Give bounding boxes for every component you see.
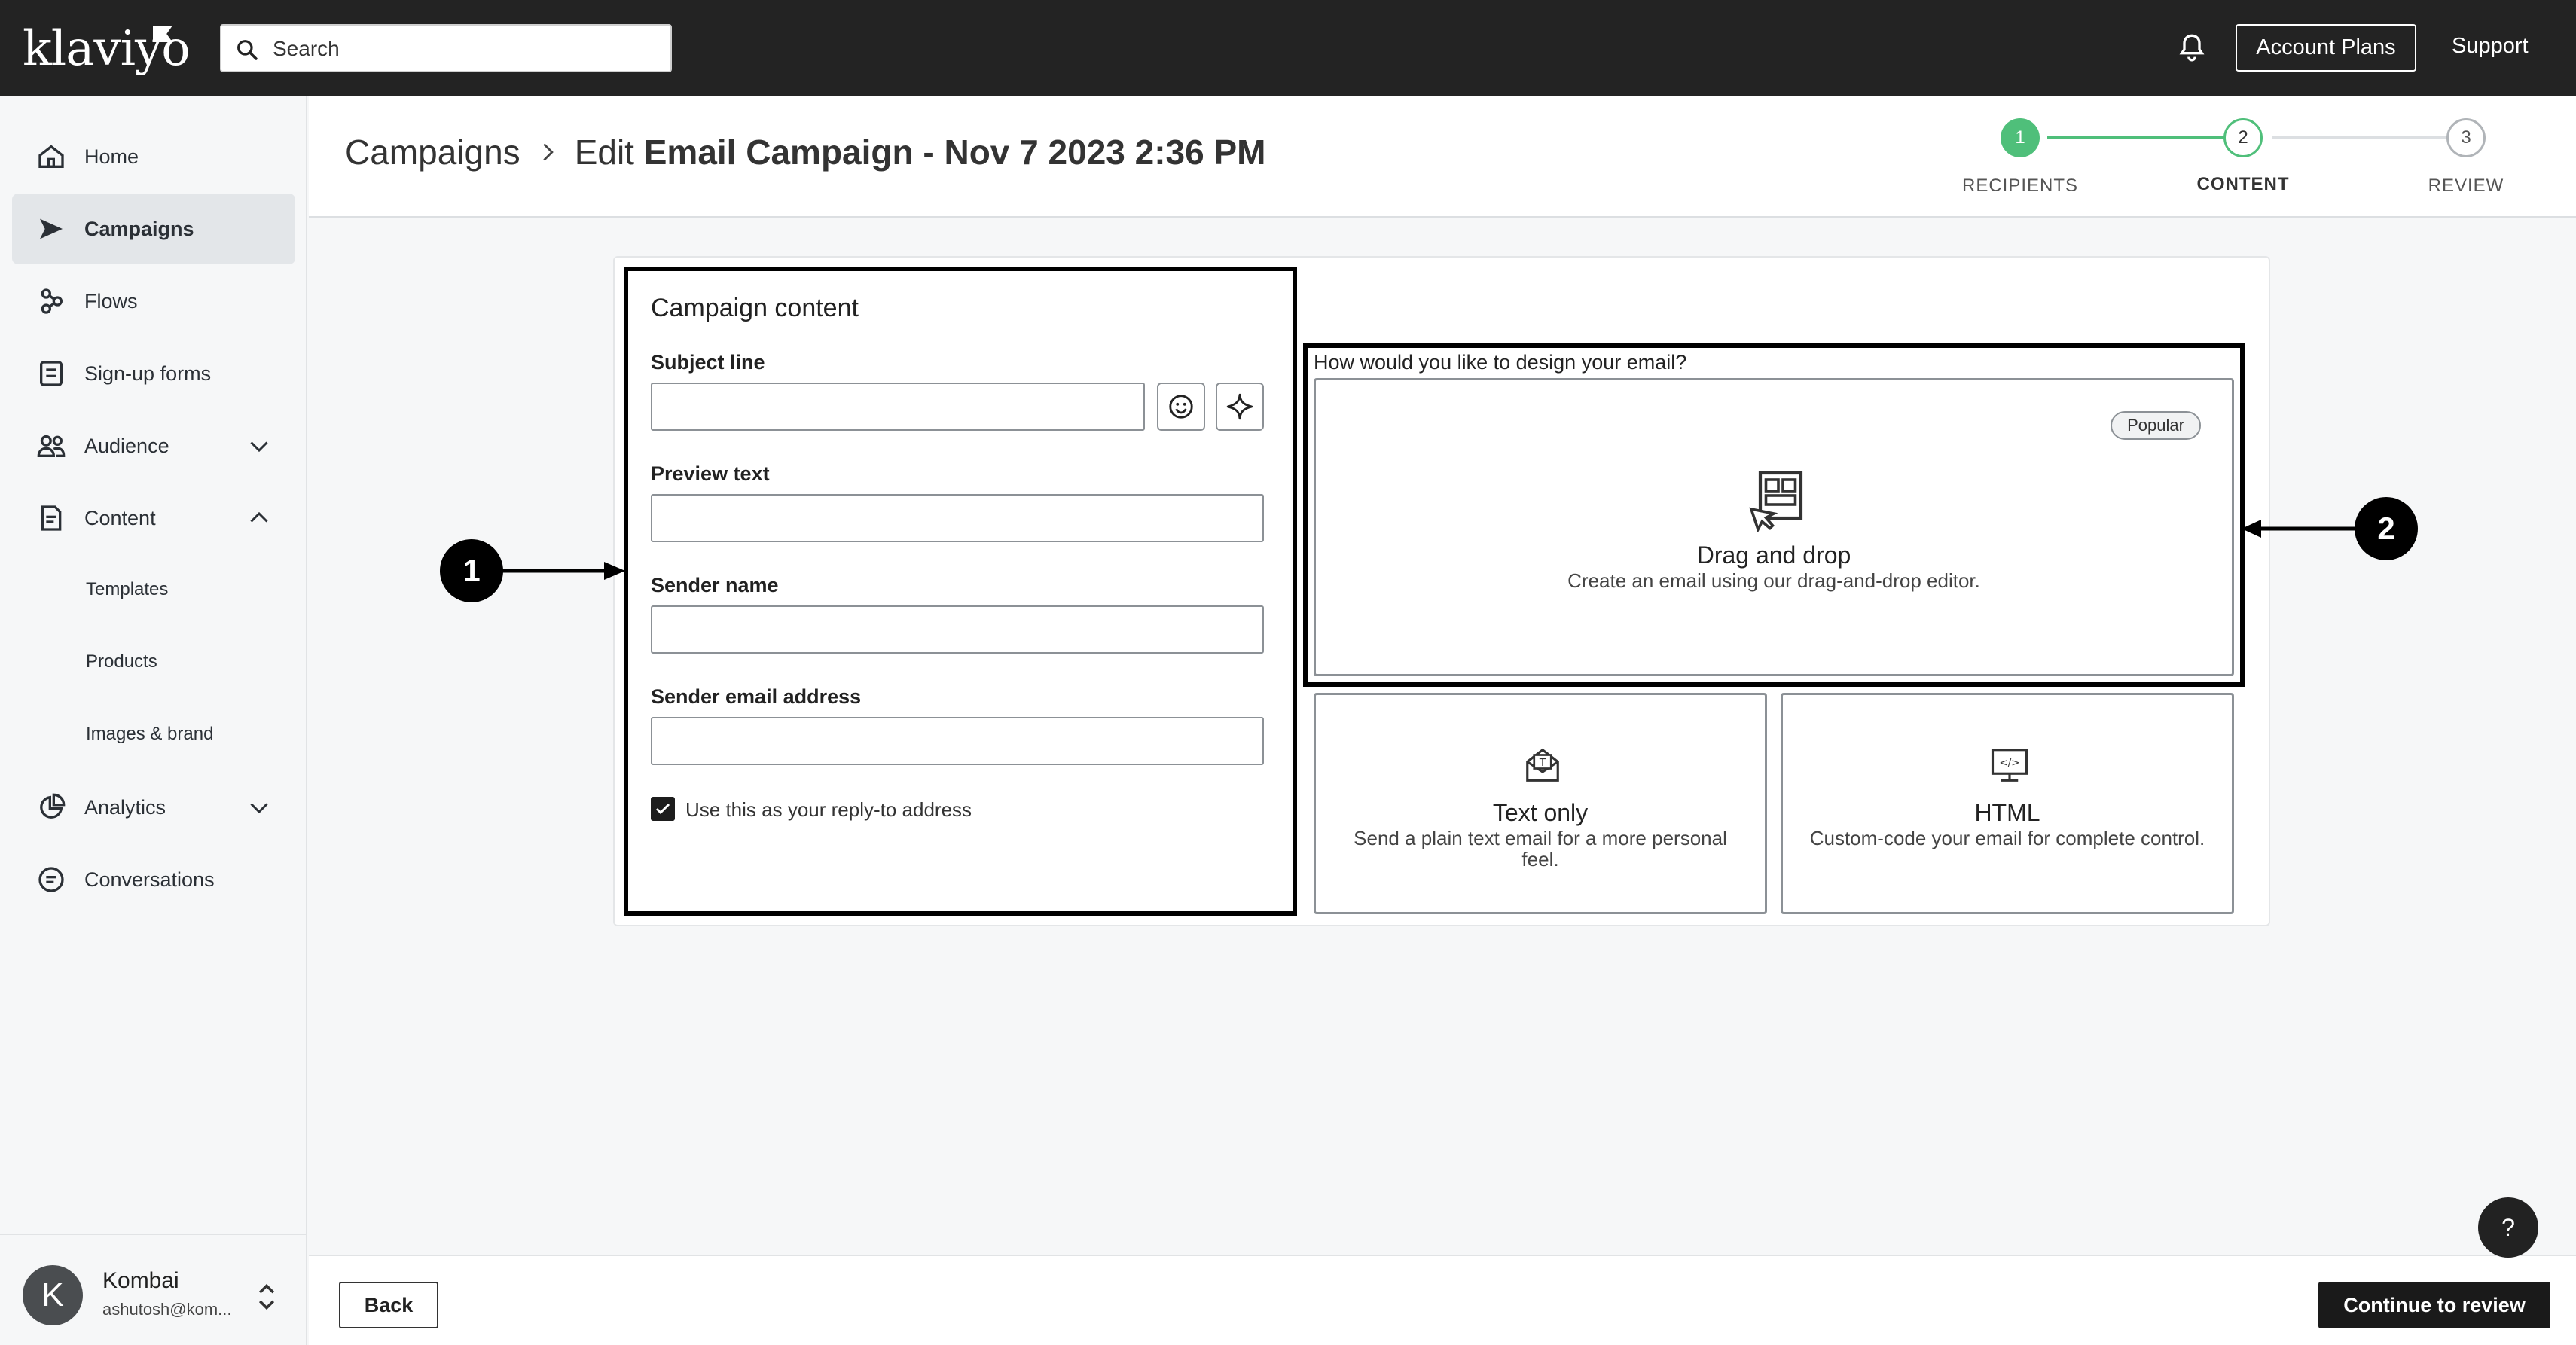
- sidebar-item-analytics[interactable]: Analytics: [12, 772, 295, 843]
- drag-drop-icon: [1749, 471, 1803, 532]
- code-monitor-icon: </>: [1991, 749, 2028, 782]
- option-title: Text only: [1492, 799, 1589, 826]
- support-link[interactable]: Support: [2452, 34, 2529, 59]
- sidebar-item-label: Audience: [84, 434, 169, 457]
- page-title: Edit Email Campaign - Nov 7 2023 2:36 PM: [575, 132, 1266, 172]
- sidebar-item-label: Home: [84, 145, 139, 168]
- subject-line-input[interactable]: [651, 383, 1145, 431]
- sidebar-item-label: Flows: [84, 289, 138, 313]
- text-email-icon: T: [1526, 748, 1559, 782]
- preview-text-label: Preview text: [651, 462, 770, 485]
- user-account-switcher[interactable]: K Kombai ashutosh@kom...: [0, 1234, 306, 1345]
- chevron-down-icon: [250, 441, 268, 453]
- user-email: ashutosh@kom...: [102, 1300, 232, 1319]
- flows-icon: [41, 288, 63, 314]
- option-title: HTML: [1974, 799, 2040, 826]
- subject-line-label: Subject line: [651, 351, 765, 374]
- preview-text-input[interactable]: [651, 494, 1264, 542]
- option-description: Create an email using our drag-and-drop …: [1567, 569, 1980, 592]
- sidebar-subitem-templates[interactable]: Templates: [86, 579, 168, 600]
- content-icon: [41, 505, 62, 531]
- user-name: Kombai: [102, 1268, 179, 1293]
- annotation-marker-1: 1: [440, 539, 503, 602]
- avatar: K: [23, 1265, 83, 1325]
- step-1-label: RECIPIENTS: [1961, 175, 2079, 196]
- sidebar-subitem-images-brand[interactable]: Images & brand: [86, 724, 213, 745]
- form-icon: [40, 361, 63, 386]
- breadcrumb: Campaigns Edit Email Campaign - Nov 7 20…: [345, 132, 1266, 172]
- sidebar-item-content[interactable]: Content: [12, 483, 295, 554]
- sidebar-item-signup-forms[interactable]: Sign-up forms: [12, 338, 295, 409]
- page-header: Campaigns Edit Email Campaign - Nov 7 20…: [309, 96, 2576, 218]
- sidebar-item-label: Content: [84, 506, 156, 529]
- option-description: Custom-code your email for complete cont…: [1809, 827, 2205, 849]
- send-icon: [40, 218, 63, 239]
- smiley-icon: [1169, 395, 1193, 419]
- chevron-up-down-icon[interactable]: [253, 1280, 280, 1313]
- campaign-content-title: Campaign content: [651, 294, 859, 322]
- sidebar-item-conversations[interactable]: Conversations: [12, 844, 295, 915]
- option-html[interactable]: </> HTML Custom-code your email for comp…: [1781, 693, 2234, 914]
- chevron-up-icon: [250, 511, 268, 523]
- sender-name-label: Sender name: [651, 574, 779, 596]
- continue-to-review-button[interactable]: Continue to review: [2318, 1282, 2550, 1328]
- chevron-down-icon: [250, 803, 268, 814]
- step-3-label: REVIEW: [2428, 175, 2504, 196]
- option-title: Drag and drop: [1696, 541, 1851, 569]
- option-text-only[interactable]: T Text only Send a plain text email for …: [1314, 693, 1767, 914]
- step-connector: [2272, 136, 2452, 139]
- step-1-circle[interactable]: 1: [2001, 118, 2040, 157]
- sidebar-item-flows[interactable]: Flows: [12, 266, 295, 337]
- campaign-name: Email Campaign - Nov 7 2023 2:36 PM: [643, 133, 1266, 172]
- step-2-circle[interactable]: 2: [2223, 118, 2263, 157]
- annotation-marker-2: 2: [2355, 497, 2418, 560]
- design-question: How would you like to design your email?: [1314, 351, 1687, 374]
- search-input[interactable]: [273, 32, 649, 66]
- sidebar-item-label: Analytics: [84, 795, 166, 819]
- sidebar-subitem-products[interactable]: Products: [86, 651, 157, 672]
- sparkle-icon: [1226, 393, 1253, 420]
- option-drag-and-drop[interactable]: Drag and drop Create an email using our …: [1314, 378, 2234, 676]
- svg-text:</>: </>: [1999, 757, 2019, 769]
- sidebar: Home Campaigns Flows Sign-up forms Audie…: [0, 96, 307, 1345]
- home-icon: [38, 145, 64, 168]
- audience-icon: [37, 435, 66, 457]
- top-bar: klaviyo Account Plans Support: [0, 0, 2576, 96]
- help-button[interactable]: ?: [2478, 1197, 2538, 1258]
- sidebar-item-audience[interactable]: Audience: [12, 410, 295, 481]
- sender-email-input[interactable]: [651, 717, 1264, 765]
- checkmark-icon: [655, 803, 670, 815]
- sidebar-item-label: Sign-up forms: [84, 361, 212, 385]
- sidebar-item-label: Campaigns: [84, 217, 194, 240]
- sender-email-label: Sender email address: [651, 685, 862, 708]
- chat-icon: [38, 867, 64, 892]
- sidebar-item-label: Conversations: [84, 868, 215, 891]
- bell-icon[interactable]: [2177, 32, 2207, 65]
- step-2-label: CONTENT: [2196, 174, 2290, 194]
- sender-name-input[interactable]: [651, 605, 1264, 654]
- chevron-right-icon: [543, 143, 554, 161]
- search-box[interactable]: [220, 24, 672, 72]
- page-title-prefix: Edit: [574, 133, 634, 172]
- ai-suggest-button[interactable]: [1216, 383, 1264, 431]
- arrow-right-icon: [502, 562, 625, 580]
- sidebar-item-campaigns[interactable]: Campaigns: [12, 194, 295, 264]
- breadcrumb-campaigns-link[interactable]: Campaigns: [345, 132, 520, 172]
- account-plans-button[interactable]: Account Plans: [2236, 24, 2416, 72]
- option-description: Send a plain text email for a more perso…: [1354, 827, 1727, 871]
- footer-bar: Back Continue to review: [309, 1255, 2576, 1345]
- svg-text:T: T: [1539, 757, 1546, 769]
- popular-badge: Popular: [2111, 411, 2201, 440]
- arrow-left-icon: [2242, 520, 2358, 538]
- search-icon: [237, 40, 258, 60]
- back-button[interactable]: Back: [339, 1282, 438, 1328]
- step-connector-done: [2047, 136, 2231, 139]
- analytics-icon: [40, 793, 66, 819]
- reply-to-checkbox[interactable]: [651, 797, 675, 821]
- step-3-circle[interactable]: 3: [2446, 118, 2486, 157]
- reply-to-label[interactable]: Use this as your reply-to address: [685, 798, 972, 822]
- emoji-button[interactable]: [1157, 383, 1205, 431]
- sidebar-item-home[interactable]: Home: [12, 121, 295, 192]
